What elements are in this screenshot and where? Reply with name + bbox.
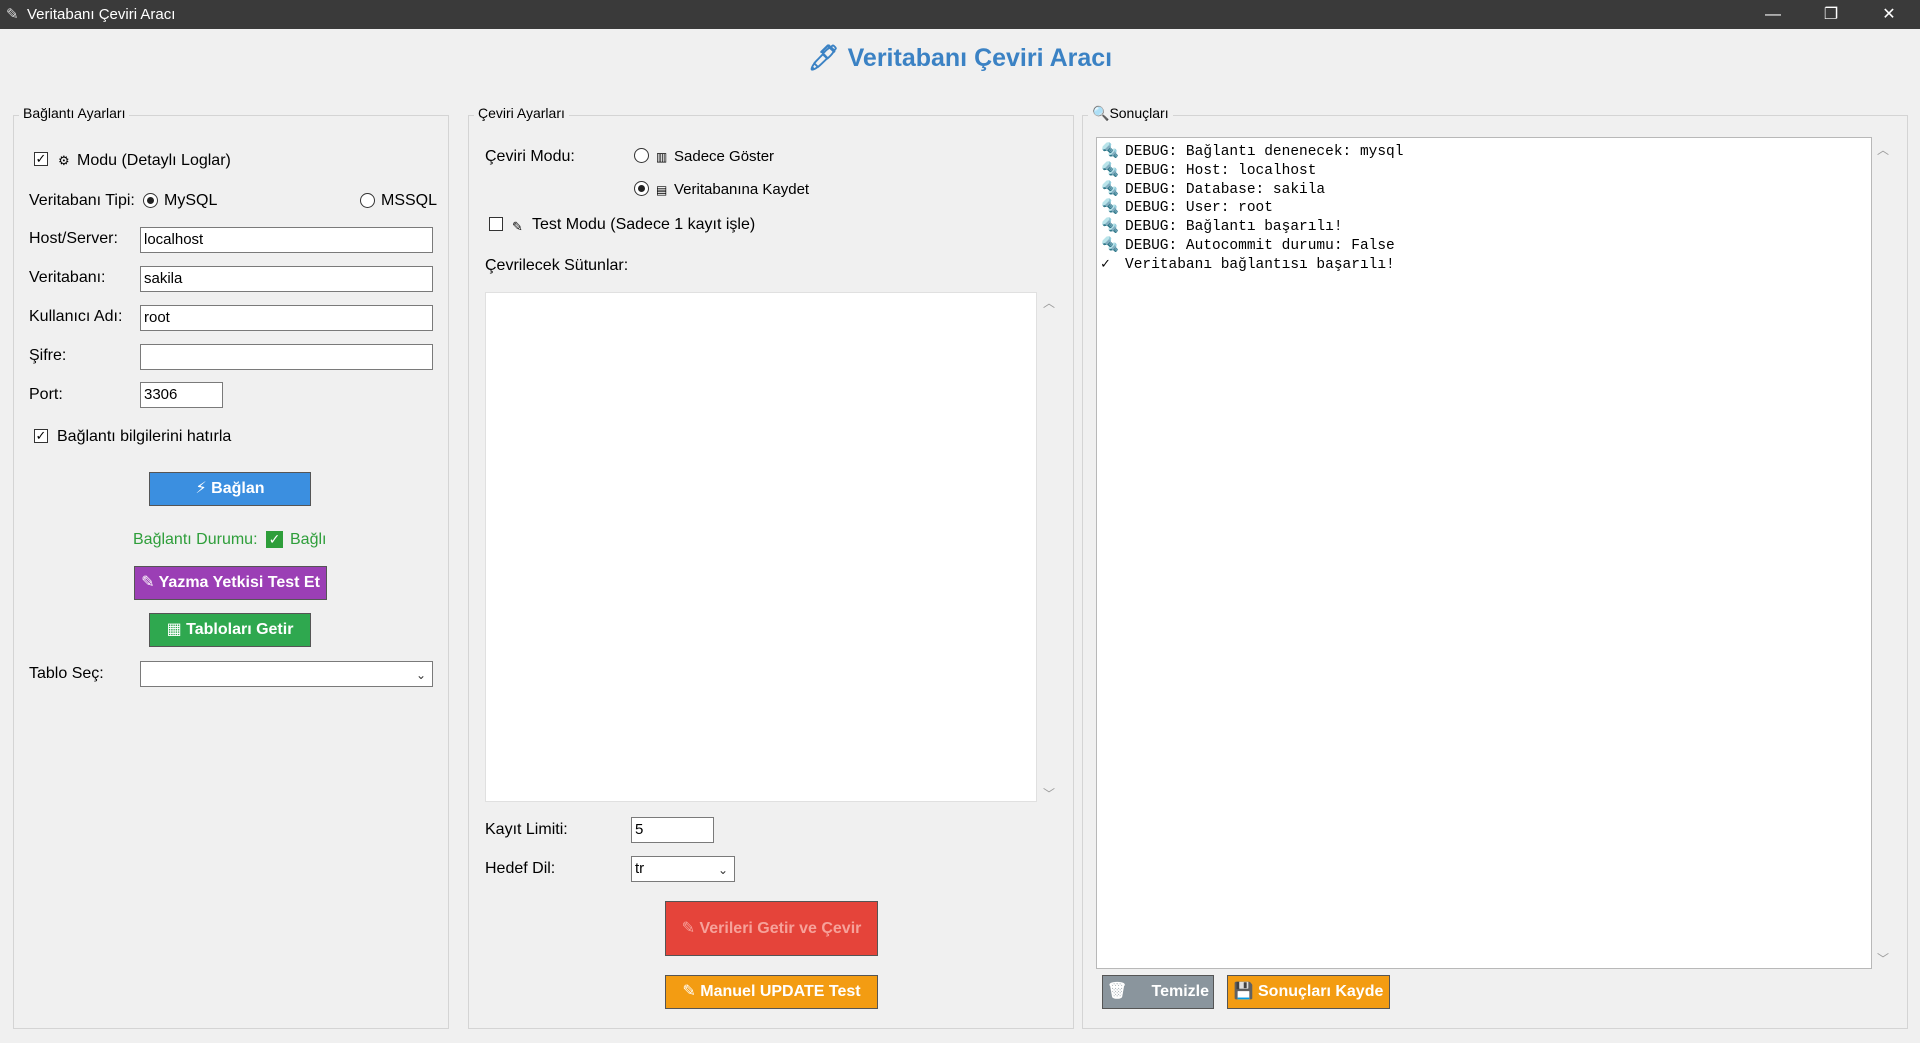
target-lang-select[interactable]: tr ⌄ — [631, 856, 735, 882]
db-type-label: Veritabanı Tipi: — [29, 192, 135, 209]
connect-button[interactable]: ⚡ Bağlan — [149, 472, 311, 506]
log-line: ✓ Veritabanı bağlantısı başarılı! — [1101, 256, 1403, 275]
pencil-icon: ✎ — [682, 983, 696, 1000]
page-title: Veritabanı Çeviri Aracı — [847, 44, 1113, 72]
table-select[interactable]: ⌄ — [140, 661, 433, 687]
remember-checkbox[interactable]: ✓ — [34, 429, 48, 443]
log-line-text: Veritabanı bağlantısı başarılı! — [1125, 256, 1395, 273]
gear-icon: 🔩 — [1101, 181, 1120, 198]
results-log[interactable]: 🔩 DEBUG: Bağlantı denenecek: mysql 🔩 DEBUG:… — [1096, 137, 1872, 969]
log-lines: 🔩 DEBUG: Bağlantı denenecek: mysql 🔩 DEBUG:… — [1101, 143, 1403, 275]
maximize-button[interactable]: ❐ — [1802, 0, 1860, 29]
status-value: Bağlı — [290, 531, 327, 548]
db-type-mssql-label: MSSQL — [381, 192, 438, 209]
columns-list[interactable] — [485, 292, 1037, 802]
translation-group-label: Çeviri Ayarları — [474, 105, 569, 121]
app-pen-icon: ✎ — [6, 6, 19, 23]
gear-icon: 🔩 — [1101, 237, 1120, 254]
magnifier-icon: 🔍 — [1092, 105, 1110, 121]
table-select-label: Tablo Seç: — [29, 665, 104, 682]
limit-input[interactable]: 5 — [631, 817, 714, 843]
disk-icon: ▤ — [656, 183, 668, 197]
log-line: 🔩 DEBUG: Autocommit durumu: False — [1101, 237, 1403, 256]
database-input[interactable]: sakila — [140, 266, 433, 292]
check-icon: ✓ — [266, 531, 283, 548]
scroll-up-icon[interactable]: ︿ — [1877, 141, 1889, 158]
gear-icon: 🔩 — [1101, 162, 1120, 179]
columns-label: Çevrilecek Sütunlar: — [485, 257, 629, 274]
mode-save-label: Veritabanına Kaydet — [674, 181, 810, 198]
username-input[interactable]: root — [140, 305, 433, 331]
close-button[interactable]: ✕ — [1860, 0, 1918, 29]
pencil-icon: 🖊 — [807, 44, 840, 72]
results-group-label: 🔍Sonuçları — [1088, 105, 1173, 122]
limit-label: Kayıt Limiti: — [485, 821, 568, 838]
db-type-mssql-radio[interactable] — [360, 193, 375, 208]
scroll-up-icon[interactable]: ︿ — [1043, 294, 1055, 311]
test-mode-checkbox[interactable] — [489, 217, 503, 231]
log-line: 🔩 DEBUG: User: root — [1101, 199, 1403, 218]
check-icon: ✓ — [1101, 256, 1110, 273]
title-bar: ✎ Veritabanı Çeviri Aracı — ❐ ✕ — [0, 0, 1920, 29]
db-type-mysql-label: MySQL — [164, 192, 218, 209]
fetch-translate-button[interactable]: ✎ Verileri Getir ve Çevir — [665, 901, 878, 956]
pencil-icon: ✎ — [512, 219, 523, 234]
table-icon: ▦ — [166, 621, 182, 638]
save-results-button[interactable]: 💾 Sonuçları Kayde — [1227, 975, 1390, 1009]
log-line-text: DEBUG: User: root — [1125, 200, 1273, 217]
gear-icon: 🔩 — [1101, 144, 1120, 160]
gear-icon: 🔩 — [1101, 200, 1120, 217]
debug-mode-checkbox[interactable]: ✓ — [34, 152, 48, 166]
log-line: 🔩 DEBUG: Host: localhost — [1101, 162, 1403, 181]
connection-group-label: Bağlantı Ayarları — [19, 105, 130, 121]
mode-show-radio[interactable] — [634, 148, 649, 163]
log-line-text: DEBUG: Autocommit durumu: False — [1125, 237, 1395, 254]
scroll-down-icon[interactable]: ﹀ — [1043, 785, 1055, 802]
mode-label: Çeviri Modu: — [485, 148, 575, 165]
minimize-button[interactable]: — — [1744, 0, 1802, 29]
write-test-button[interactable]: ✎ Yazma Yetkisi Test Et — [134, 566, 327, 600]
log-line-text: DEBUG: Database: sakila — [1125, 181, 1326, 198]
debug-gear-icon: ⚙ — [58, 153, 70, 168]
manual-update-button[interactable]: ✎ Manuel UPDATE Test — [665, 975, 878, 1009]
password-label: Şifre: — [29, 347, 67, 364]
username-label: Kullanıcı Adı: — [29, 308, 123, 325]
mode-show-label: Sadece Göster — [674, 148, 775, 165]
chevron-down-icon: ⌄ — [717, 863, 728, 877]
book-icon: ▥ — [656, 150, 668, 164]
status-label: Bağlantı Durumu: — [133, 531, 258, 548]
chevron-down-icon: ⌄ — [415, 668, 426, 682]
db-type-mysql-radio[interactable] — [143, 193, 158, 208]
log-line-text: DEBUG: Host: localhost — [1125, 162, 1317, 179]
database-label: Veritabanı: — [29, 269, 106, 286]
log-line: 🔩 DEBUG: Database: sakila — [1101, 181, 1403, 200]
trash-icon: 🗑 — [1107, 983, 1128, 1000]
log-line-text: DEBUG: Bağlantı başarılı! — [1125, 219, 1343, 236]
host-label: Host/Server: — [29, 230, 118, 247]
clear-button[interactable]: 🗑 Temizle — [1102, 975, 1214, 1009]
mode-save-radio[interactable] — [634, 181, 649, 196]
test-mode-label: Test Modu (Sadece 1 kayıt işle) — [532, 216, 756, 233]
pencil-icon: ✎ — [681, 920, 696, 937]
window-title: Veritabanı Çeviri Aracı — [27, 6, 176, 23]
remember-label: Bağlantı bilgilerini hatırla — [57, 428, 232, 445]
log-line-text: DEBUG: Bağlantı denenecek: mysql — [1125, 144, 1404, 160]
port-label: Port: — [29, 386, 63, 403]
page-header: 🖊 Veritabanı Çeviri Aracı — [0, 44, 1920, 73]
password-input[interactable] — [140, 344, 433, 370]
gear-icon: 🔩 — [1101, 219, 1120, 236]
host-input[interactable]: localhost — [140, 227, 433, 253]
log-line: 🔩 DEBUG: Bağlantı denenecek: mysql — [1101, 143, 1403, 162]
pencil-icon: ✎ — [141, 574, 155, 591]
scroll-down-icon[interactable]: ﹀ — [1877, 950, 1889, 967]
disk-icon: 💾 — [1233, 983, 1254, 1000]
fetch-tables-button[interactable]: ▦ Tabloları Getir — [149, 613, 311, 647]
log-line: 🔩 DEBUG: Bağlantı başarılı! — [1101, 218, 1403, 237]
target-lang-label: Hedef Dil: — [485, 860, 556, 877]
port-input[interactable]: 3306 — [140, 382, 223, 408]
plug-icon: ⚡ — [195, 480, 207, 497]
debug-mode-label: Modu (Detaylı Loglar) — [77, 152, 231, 169]
